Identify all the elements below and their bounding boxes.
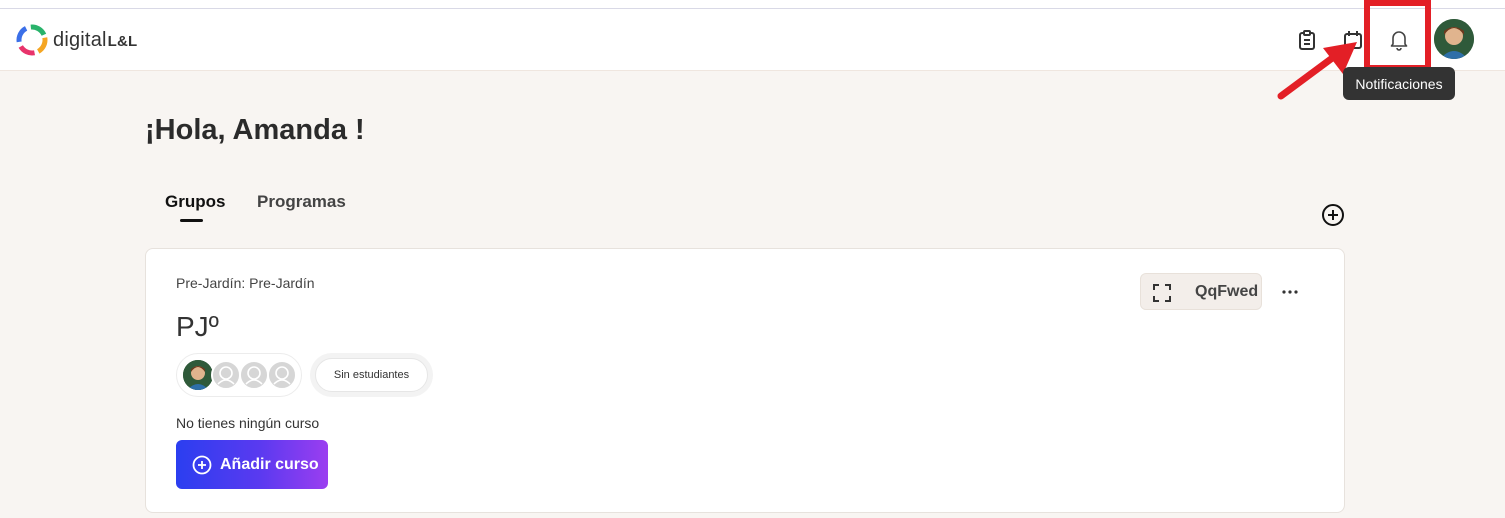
students-label: Sin estudiantes [315,358,428,392]
more-options-button[interactable] [1280,279,1300,305]
notifications-highlight-box [1364,0,1431,71]
placeholder-avatar [267,360,297,390]
avatar-image [183,360,213,390]
tab-grupos[interactable]: Grupos [165,192,225,212]
logo-text: digitalL&L [53,28,138,51]
expand-icon [1153,284,1171,302]
plus-circle-icon [1322,204,1344,226]
add-course-label: Añadir curso [220,455,319,473]
add-course-button[interactable]: Añadir curso [176,440,328,489]
user-placeholder-icon [217,366,235,385]
add-group-button[interactable] [1321,203,1345,232]
plus-circle-icon [192,455,212,474]
join-code-chip[interactable]: QqFwed [1140,273,1262,310]
avatar-image [1434,19,1474,59]
placeholder-avatar [239,360,269,390]
group-card[interactable]: Pre-Jardín: Pre-Jardín PJº QqFwed Sin es… [145,248,1345,513]
group-subtitle: Pre-Jardín: Pre-Jardín [176,275,315,291]
students-pill[interactable]: Sin estudiantes [310,353,433,397]
notifications-tooltip: Notificaciones [1343,67,1455,100]
member-avatar [183,360,213,390]
no-course-message: No tienes ningún curso [176,415,320,431]
more-horizontal-icon [1282,290,1298,294]
join-code: QqFwed [1195,283,1259,300]
logo-suffix: L&L [107,32,138,50]
active-tab-indicator [180,219,203,222]
browser-top-line [0,0,1505,9]
member-avatars[interactable] [176,353,302,397]
placeholder-avatar [211,360,241,390]
logo-swirl-icon [16,24,48,56]
page-greeting: ¡Hola, Amanda ! [145,114,365,146]
user-placeholder-icon [245,366,263,385]
user-avatar[interactable] [1434,19,1474,59]
group-title: PJº [176,311,219,342]
app-logo[interactable]: digitalL&L [15,23,137,57]
user-placeholder-icon [273,366,291,385]
tab-programas[interactable]: Programas [257,192,346,212]
